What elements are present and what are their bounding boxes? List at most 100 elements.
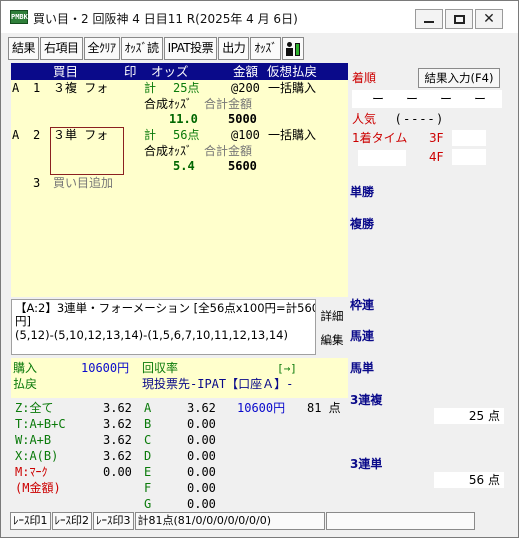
mark-value: 3.62	[187, 401, 216, 415]
person-bar-icon	[285, 41, 301, 57]
popularity-label: 人気	[352, 112, 377, 126]
purchase-mode: 一括購入	[268, 128, 317, 142]
mark-label: B	[144, 417, 152, 431]
race-mark-tab-2[interactable]: ﾚｰｽ印2	[51, 512, 92, 530]
bet-type: ３複 フォ	[53, 81, 109, 95]
ratio-value: 3.62	[103, 433, 132, 447]
results-button[interactable]: 結果	[8, 37, 40, 60]
mark-label: G	[144, 497, 152, 510]
minimize-button[interactable]	[415, 9, 443, 29]
edit-button[interactable]: 編集	[317, 329, 347, 351]
umaren-label: 馬連	[350, 329, 375, 343]
sanrentan-points: 56 点	[468, 473, 500, 487]
mark-label: C	[144, 433, 152, 447]
status-empty	[325, 512, 475, 530]
mark-label: D	[144, 449, 152, 463]
mark-value: 0.00	[187, 449, 216, 463]
detail-button[interactable]: 詳細	[317, 305, 347, 327]
sanrenpuku-points: 25 点	[468, 409, 500, 423]
fukusho-label: 複勝	[350, 217, 375, 231]
bet-row-number: 1	[33, 81, 41, 95]
recovery-label: 回収率	[142, 361, 179, 375]
payout-label: 払戻	[13, 377, 38, 391]
close-button[interactable]: ✕	[475, 9, 503, 29]
total-amount-value: 5600	[228, 159, 257, 173]
race-mark-tab-3[interactable]: ﾚｰｽ印3	[93, 512, 134, 530]
mark-value: 0.00	[187, 465, 216, 479]
order-dash: ー	[474, 92, 487, 106]
ratio-label: W:A+B	[15, 433, 52, 447]
mark-label: E	[144, 465, 152, 479]
result-input-button[interactable]: 結果入力(F4)	[418, 68, 500, 88]
ratio-label: Z:全て	[15, 401, 54, 415]
clear-all-button[interactable]: 全ｸﾘｱ	[83, 37, 120, 60]
header-odds: オッズ	[151, 64, 189, 79]
first-time-field	[358, 150, 406, 166]
description-line-3: (5,12)-(5,10,12,13,14)-(1,5,6,7,10,11,12…	[15, 328, 288, 342]
purchase-mode: 一括購入	[268, 81, 317, 95]
right-items-button[interactable]: 右項目	[40, 37, 83, 60]
mark-amount: 10600円	[237, 401, 286, 415]
arrow-button[interactable]: [→]	[277, 361, 297, 376]
popularity-value: ( - - - - )	[396, 112, 442, 126]
synth-odds-value: 5.4	[173, 159, 195, 173]
race-mark-tab-1[interactable]: ﾚｰｽ印1	[10, 512, 51, 530]
last-4f-field	[452, 149, 486, 165]
last-4f-label: 4F	[429, 150, 444, 164]
wakuren-label: 枠連	[350, 298, 375, 312]
count-label: 計	[144, 81, 157, 95]
bet-count: 56点	[173, 128, 200, 142]
ipat-vote-button[interactable]: IPAT投票	[163, 37, 218, 60]
mark-points: 81 点	[307, 401, 341, 415]
first-time-label: 1着タイム	[352, 131, 408, 145]
description-line-2: 円]	[15, 314, 31, 328]
bets-header: 買目 印 オッズ 金額 仮想払戻	[11, 63, 348, 80]
bet-row-letter: A	[12, 128, 20, 142]
read-odds-button[interactable]: ｵｯｽﾞ読	[120, 37, 163, 60]
purchase-label: 購入	[13, 361, 38, 375]
window-title: 買い目・2 回阪神 4 日目11 R(2025年 4 月 6日)	[33, 12, 298, 26]
odds-button[interactable]: ｵｯｽﾞ	[250, 37, 281, 60]
close-icon: ✕	[483, 11, 495, 27]
mark-value: 0.00	[187, 433, 216, 447]
tansho-label: 単勝	[350, 185, 375, 199]
mark-value: 0.00	[187, 497, 216, 510]
ratio-value: 3.62	[103, 401, 132, 415]
mark-label: F	[144, 481, 152, 495]
total-amount-label: 合計金額	[204, 97, 253, 111]
bet-row-number: 2	[33, 128, 41, 142]
minimize-icon	[424, 21, 434, 23]
unit-amount: @200	[231, 81, 260, 95]
user-chart-button[interactable]	[281, 37, 304, 60]
app-window: PMBK 買い目・2 回阪神 4 日目11 R(2025年 4 月 6日) ✕ …	[0, 0, 519, 538]
sanrenpuku-points-box: 25 点	[434, 408, 504, 424]
header-payout: 仮想払戻	[267, 64, 318, 79]
add-row-number: 3	[33, 176, 41, 190]
output-button[interactable]: 出力	[218, 37, 250, 60]
sanrentan-label: 3連単	[350, 457, 383, 471]
ratio-value: 3.62	[103, 449, 132, 463]
app-icon: PMBK	[10, 10, 28, 24]
bet-row-letter: A	[12, 81, 20, 95]
ratio-value: 3.62	[103, 417, 132, 431]
ratio-label: T:A+B+C	[15, 417, 66, 431]
bet-description: 【A:2】3連単・フォーメーション [全56点x100円=計5600 円] (5…	[11, 299, 316, 355]
order-dash: ー	[440, 92, 453, 106]
summary-panel: 購入 10600円 回収率 [→] 払戻 現投票先-IPAT【口座Ａ】- Z:全…	[11, 358, 348, 510]
bet-type: ３単 フォ	[53, 128, 109, 142]
total-amount-label: 合計金額	[204, 144, 253, 158]
ratio-label: X:A(B)	[15, 449, 59, 463]
last-3f-field	[452, 130, 486, 146]
count-label: 計	[144, 128, 157, 142]
mark-amount-label: (M金額)	[15, 481, 61, 495]
toolbar: 結果 右項目 全ｸﾘｱ ｵｯｽﾞ読 IPAT投票 出力 ｵｯｽﾞ	[8, 37, 305, 61]
mark-value: 0.00	[187, 417, 216, 431]
bet-count: 25点	[173, 81, 200, 95]
points-summary: 計81点(81/0/0/0/0/0/0/0)	[134, 512, 325, 530]
order-dash: ー	[406, 92, 419, 106]
order-row: ー ー ー ー	[352, 90, 502, 108]
synth-odds-label: 合成ｵｯｽﾞ	[144, 97, 193, 111]
ratio-label: M:ﾏｰｸ	[15, 465, 48, 479]
add-bet-label: 買い目追加	[53, 176, 114, 190]
maximize-button[interactable]	[445, 9, 473, 29]
